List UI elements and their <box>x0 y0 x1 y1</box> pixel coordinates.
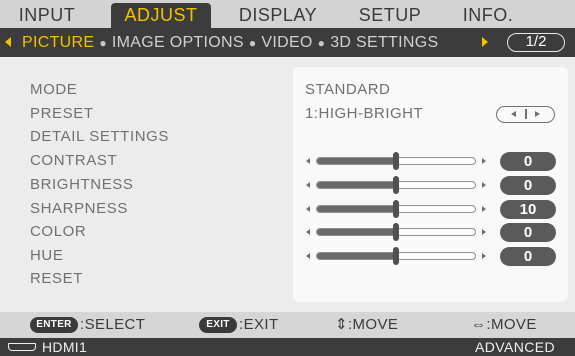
brightness-value: 0 <box>500 176 556 195</box>
enter-key-icon: ENTER <box>30 317 78 333</box>
increase-arrow-icon <box>482 206 486 212</box>
tab-info[interactable]: INFO. <box>458 3 518 28</box>
slider-knob[interactable] <box>393 223 399 241</box>
hdmi-icon <box>8 343 36 351</box>
decrease-arrow-icon <box>306 229 310 235</box>
slider-knob[interactable] <box>393 152 399 170</box>
detail-settings-label[interactable]: DETAIL SETTINGS <box>30 128 169 146</box>
subnav-item-video[interactable]: VIDEO <box>261 34 312 51</box>
reset-label[interactable]: RESET <box>30 270 83 288</box>
status-bar: HDMI1 ADVANCED <box>0 338 575 356</box>
top-menu-tabs: INPUT ADJUST DISPLAY SETUP INFO. <box>0 0 575 28</box>
increase-arrow-icon <box>482 229 486 235</box>
hue-label[interactable]: HUE <box>30 247 63 265</box>
left-arrow-icon <box>511 111 516 117</box>
color-value: 0 <box>500 223 556 242</box>
sub-menu-bar: PICTURE ● IMAGE OPTIONS ● VIDEO ● 3D SETTINGS … <box>0 28 575 57</box>
subnav-left-arrow-icon[interactable] <box>5 37 11 47</box>
settings-panel: MODE STANDARD PRESET 1:HIGH-BRIGHT DETAI… <box>0 57 575 312</box>
slider-fill <box>317 182 396 188</box>
slider-fill <box>317 158 396 164</box>
increase-arrow-icon <box>482 253 486 259</box>
slider-fill <box>317 206 396 212</box>
subnav-item-image-options[interactable]: IMAGE OPTIONS <box>112 34 244 51</box>
exit-hint: :EXIT <box>239 316 279 333</box>
preset-label[interactable]: PRESET <box>30 105 94 123</box>
decrease-arrow-icon <box>306 158 310 164</box>
increase-arrow-icon <box>482 158 486 164</box>
preset-value: 1:HIGH-BRIGHT <box>305 105 424 122</box>
increase-arrow-icon <box>482 182 486 188</box>
slider-knob[interactable] <box>393 247 399 265</box>
subnav-item-picture[interactable]: PICTURE <box>22 34 94 51</box>
decrease-arrow-icon <box>306 182 310 188</box>
exit-key-icon: EXIT <box>199 317 237 333</box>
contrast-slider[interactable] <box>306 152 486 170</box>
subnav-right-arrow-icon[interactable] <box>482 37 488 47</box>
tab-adjust[interactable]: ADJUST <box>111 3 211 28</box>
preset-stepper[interactable] <box>496 106 555 123</box>
page-indicator: 1/2 <box>507 33 565 52</box>
decrease-arrow-icon <box>306 206 310 212</box>
tab-input[interactable]: INPUT <box>14 3 80 28</box>
hue-slider[interactable] <box>306 247 486 265</box>
hue-value: 0 <box>500 247 556 266</box>
contrast-label[interactable]: CONTRAST <box>30 152 117 170</box>
tab-display[interactable]: DISPLAY <box>232 3 324 28</box>
decrease-arrow-icon <box>306 253 310 259</box>
horizontal-move-hint: ⇔:MOVE <box>471 316 537 333</box>
slider-knob[interactable] <box>393 176 399 194</box>
input-source: HDMI1 <box>42 339 88 355</box>
divider <box>525 109 527 119</box>
sharpness-value: 10 <box>500 200 556 219</box>
color-slider[interactable] <box>306 223 486 241</box>
separator-dot-icon: ● <box>317 36 326 50</box>
sharpness-label[interactable]: SHARPNESS <box>30 200 128 218</box>
separator-dot-icon: ● <box>99 36 107 50</box>
slider-knob[interactable] <box>393 200 399 218</box>
subnav-items: PICTURE ● IMAGE OPTIONS ● VIDEO ● 3D SETTINGS <box>22 28 438 57</box>
tab-setup[interactable]: SETUP <box>354 3 426 28</box>
key-guide-bar: ENTER :SELECT EXIT :EXIT ⇕:MOVE ⇔:MOVE <box>0 312 575 338</box>
right-arrow-icon <box>535 111 540 117</box>
brightness-slider[interactable] <box>306 176 486 194</box>
sharpness-slider[interactable] <box>306 200 486 218</box>
slider-fill <box>317 253 396 259</box>
menu-mode: ADVANCED <box>475 339 555 355</box>
contrast-value: 0 <box>500 152 556 171</box>
mode-label[interactable]: MODE <box>30 81 77 99</box>
brightness-label[interactable]: BRIGHTNESS <box>30 176 134 194</box>
select-hint: :SELECT <box>80 316 146 333</box>
slider-fill <box>317 229 396 235</box>
subnav-item-3d-settings[interactable]: 3D SETTINGS <box>330 34 438 51</box>
mode-value: STANDARD <box>305 81 391 98</box>
vertical-move-hint: ⇕:MOVE <box>335 316 399 333</box>
separator-dot-icon: ● <box>248 36 257 50</box>
color-label[interactable]: COLOR <box>30 223 86 241</box>
